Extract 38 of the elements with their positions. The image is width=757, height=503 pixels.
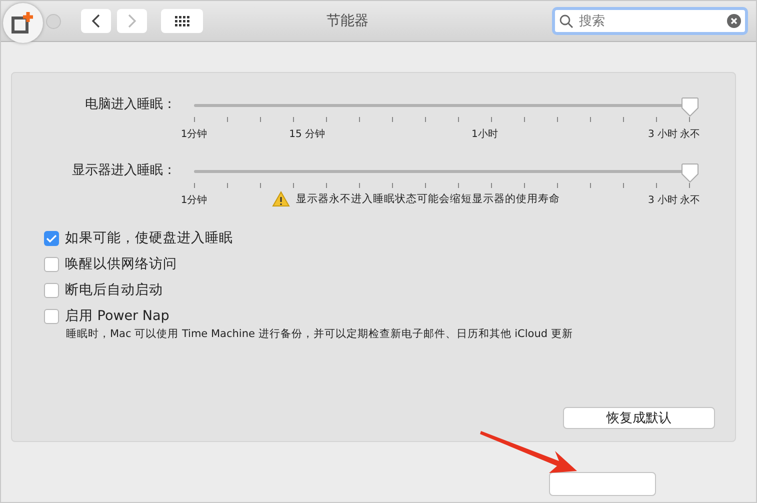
window-title: 节能器 xyxy=(326,12,370,30)
checkbox-label: 唤醒以供网络访问 xyxy=(65,255,177,273)
checkbox-label: 如果可能，使硬盘进入睡眠 xyxy=(65,229,233,247)
search-input[interactable]: 搜索 xyxy=(577,12,723,30)
grid-button[interactable] xyxy=(161,9,203,33)
restore-defaults-button[interactable]: 恢复成默认 xyxy=(563,407,715,429)
back-button[interactable] xyxy=(81,9,111,33)
clear-icon[interactable] xyxy=(727,14,741,28)
tick-label: 永不 xyxy=(680,194,700,207)
window-control-icon[interactable] xyxy=(46,14,61,28)
tick-label: 15 分钟 xyxy=(289,128,326,141)
slider-thumb[interactable] xyxy=(681,163,699,183)
checkbox-label: 启用 Power Nap xyxy=(65,307,170,325)
slider-label: 电脑进入睡眠： xyxy=(84,96,177,114)
forward-button[interactable] xyxy=(117,9,147,33)
tick-label: 1分钟 xyxy=(180,128,208,141)
tick-label: 3 小时 xyxy=(648,128,678,141)
tick-label: 1分钟 xyxy=(180,194,208,207)
checkbox[interactable] xyxy=(44,308,59,324)
obscured-button[interactable] xyxy=(549,472,656,496)
warning-text: 显示器永不进入睡眠状态可能会缩短显示器的使用寿命 xyxy=(296,192,560,206)
chevron-right-icon xyxy=(127,13,137,29)
slider-label: 显示器进入睡眠： xyxy=(71,162,177,180)
checkbox[interactable] xyxy=(44,282,59,298)
checkbox[interactable] xyxy=(44,256,59,272)
tick-label: 1小时 xyxy=(471,128,498,141)
search-field[interactable]: 搜索 xyxy=(552,7,748,35)
grid-icon xyxy=(174,15,190,27)
checkbox-label: 断电后自动启动 xyxy=(65,281,163,299)
tick-label: 3 小时 xyxy=(648,194,678,207)
chevron-left-icon xyxy=(91,13,101,29)
tick-label: 永不 xyxy=(680,128,700,141)
option-description: 睡眠时，Mac 可以使用 Time Machine 进行备份，并可以定期检查新电子邮件、日历和其他 iCloud 更新 xyxy=(66,327,574,341)
search-icon xyxy=(559,14,573,28)
checkbox[interactable] xyxy=(44,230,59,246)
slider-thumb[interactable] xyxy=(681,97,699,117)
app-icon[interactable] xyxy=(3,3,43,43)
warning-icon xyxy=(272,191,290,207)
